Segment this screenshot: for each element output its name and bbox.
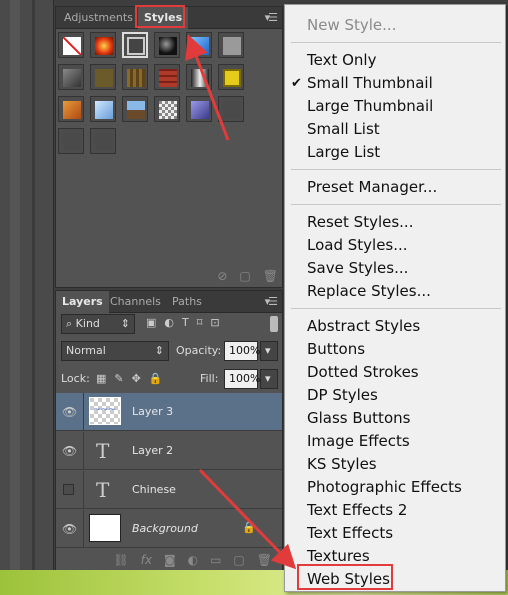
arrow-to-web-styles xyxy=(198,468,297,570)
arrow-to-styles-tab xyxy=(185,34,230,141)
annotation-arrows xyxy=(185,34,297,570)
